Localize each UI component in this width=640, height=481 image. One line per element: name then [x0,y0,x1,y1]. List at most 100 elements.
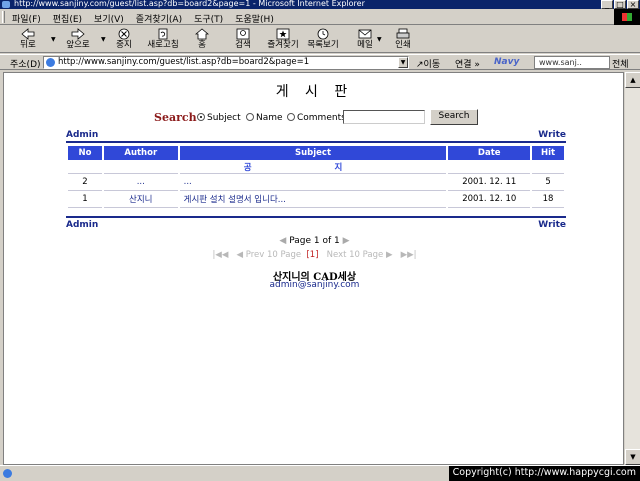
bottom-divider [66,216,566,218]
scroll-down-icon: ▼ [630,453,636,461]
prev10-link[interactable]: Prev 10 Page [246,250,301,260]
forward-button[interactable]: 앞으로 [60,27,96,52]
menu-bar: 파일(F) 편집(E) 보기(V) 즐겨찾기(A) 도구(T) 도움말(H) [0,9,640,25]
go-button[interactable]: ↗이동 [416,57,440,70]
notice-row: 공 지 [68,160,564,174]
menu-favorites[interactable]: 즐겨찾기(A) [136,12,182,25]
menu-grip [2,11,5,23]
close-button[interactable]: × [627,0,639,9]
menu-tools[interactable]: 도구(T) [194,12,223,25]
notice-label[interactable]: 공 지 [179,160,447,174]
back-dropdown[interactable]: ▼ [47,27,56,52]
menu-view[interactable]: 보기(V) [94,12,124,25]
page-icon [46,58,55,67]
home-button[interactable]: 홈 [188,27,216,52]
row-no: 1 [68,191,102,208]
top-divider [66,141,566,143]
back-arrow-icon [21,28,35,40]
go-arrow-icon: ↗ [416,60,424,70]
links-button[interactable]: 연결 » [455,57,480,70]
radio-name[interactable]: Name [246,113,283,123]
ie-icon [2,1,10,8]
row-author[interactable]: ... [103,174,178,191]
dropdown-arrow-icon: ▼ [51,36,56,43]
pager: |◀◀ ◀ Prev 10 Page [1] Next 10 Page ▶ ▶▶… [4,250,623,260]
last-page-icon[interactable]: ▶▶| [401,250,417,260]
table-header: No Author Subject Date Hit [68,146,564,160]
scroll-down-button[interactable]: ▼ [625,449,640,465]
forward-arrow-icon [71,28,85,40]
table-row: 2 ... ... 2001. 12. 11 5 [68,174,564,191]
refresh-icon [158,28,168,40]
radio-comments[interactable]: Comments [287,113,346,123]
admin-link-bottom[interactable]: Admin [66,220,98,230]
history-icon [317,28,329,40]
mail-icon [358,29,372,39]
table-row: 1 산지니 게시판 설치 설명서 입니다... 2001. 12. 10 18 [68,191,564,208]
row-date: 2001. 12. 11 [448,174,531,191]
navy-all-button[interactable]: 전체 [612,57,629,70]
write-link[interactable]: Write [538,130,566,140]
back-button[interactable]: 뒤로 [10,27,46,52]
radio-icon [287,113,295,121]
search-icon [236,28,250,40]
forward-dropdown[interactable]: ▼ [97,27,106,52]
search-label: Search [154,111,197,124]
address-label: 주소(D) [10,60,41,70]
address-url: http://www.sanjiny.com/guest/list.asp?db… [58,57,310,67]
radio-icon [246,113,254,121]
favorites-icon [276,28,290,40]
printer-icon [396,28,410,39]
address-bar-row: 주소(D) http://www.sanjiny.com/guest/list.… [0,54,640,70]
print-button[interactable]: 인쇄 [389,27,417,52]
title-bar: http://www.sanjiny.com/guest/list.asp?db… [0,0,640,9]
favorites-button[interactable]: 즐겨찾기 [264,27,302,52]
refresh-button[interactable]: 새로고침 [143,27,183,52]
prev10-icon: ◀ [236,250,244,260]
next-page-icon: ▶ [342,236,350,246]
search-input[interactable] [343,110,425,124]
current-page-marker[interactable]: [1] [306,250,318,260]
navy-logo: Navy [494,57,520,67]
search-button[interactable]: 검색 [228,27,258,52]
radio-subject[interactable]: Subject [197,113,241,123]
menu-edit[interactable]: 편집(E) [53,12,82,25]
scroll-up-icon: ▲ [630,76,636,84]
menu-help[interactable]: 도움말(H) [235,12,274,25]
next10-link[interactable]: Next 10 Page [327,250,384,260]
stop-button[interactable]: 중지 [110,27,138,52]
row-no: 2 [68,174,102,191]
menu-file[interactable]: 파일(F) [12,12,41,25]
footer-email[interactable]: admin@sanjiny.com [4,280,623,290]
admin-link[interactable]: Admin [66,130,98,140]
history-button[interactable]: 목록보기 [304,27,342,52]
write-link-bottom[interactable]: Write [538,220,566,230]
search-submit-button[interactable]: Search [430,109,478,125]
status-page-icon [3,469,12,478]
toolbar: 뒤로 ▼ 앞으로 ▼ 중지 새로고침 홈 검색 즐겨찾기 목록보기 메일 ▼ 인… [0,26,640,53]
address-input[interactable]: http://www.sanjiny.com/guest/list.asp?db… [43,56,409,69]
top-links: Admin Write [66,130,566,140]
vertical-scrollbar[interactable]: ▲ ▼ [624,72,640,465]
row-author[interactable]: 산지니 [103,191,178,208]
address-dropdown-button[interactable]: ▼ [398,57,408,68]
scroll-up-button[interactable]: ▲ [625,72,640,88]
status-bar: Copyright(c) http://www.happycgi.com [0,465,640,481]
dropdown-arrow-icon: ▼ [377,36,382,43]
dropdown-arrow-icon: ▼ [101,36,106,43]
row-subject[interactable]: 게시판 설치 설명서 입니다... [179,191,447,208]
navy-search-input[interactable]: www.sanj.. [534,56,610,69]
maximize-button[interactable]: □ [614,0,626,9]
col-hit: Hit [532,146,564,160]
row-subject[interactable]: ... [179,174,447,191]
home-icon [195,28,209,40]
first-page-icon[interactable]: |◀◀ [212,250,228,260]
windows-logo [614,9,640,25]
board-table: No Author Subject Date Hit 공 지 2 ... ...… [66,146,566,208]
col-author: Author [103,146,178,160]
chevron-down-icon: ▼ [400,59,406,66]
minimize-button[interactable]: _ [601,0,613,9]
page-info: ◀ Page 1 of 1 ▶ [279,236,350,246]
mail-dropdown[interactable]: ▼ [373,27,382,52]
row-hit: 18 [532,191,564,208]
